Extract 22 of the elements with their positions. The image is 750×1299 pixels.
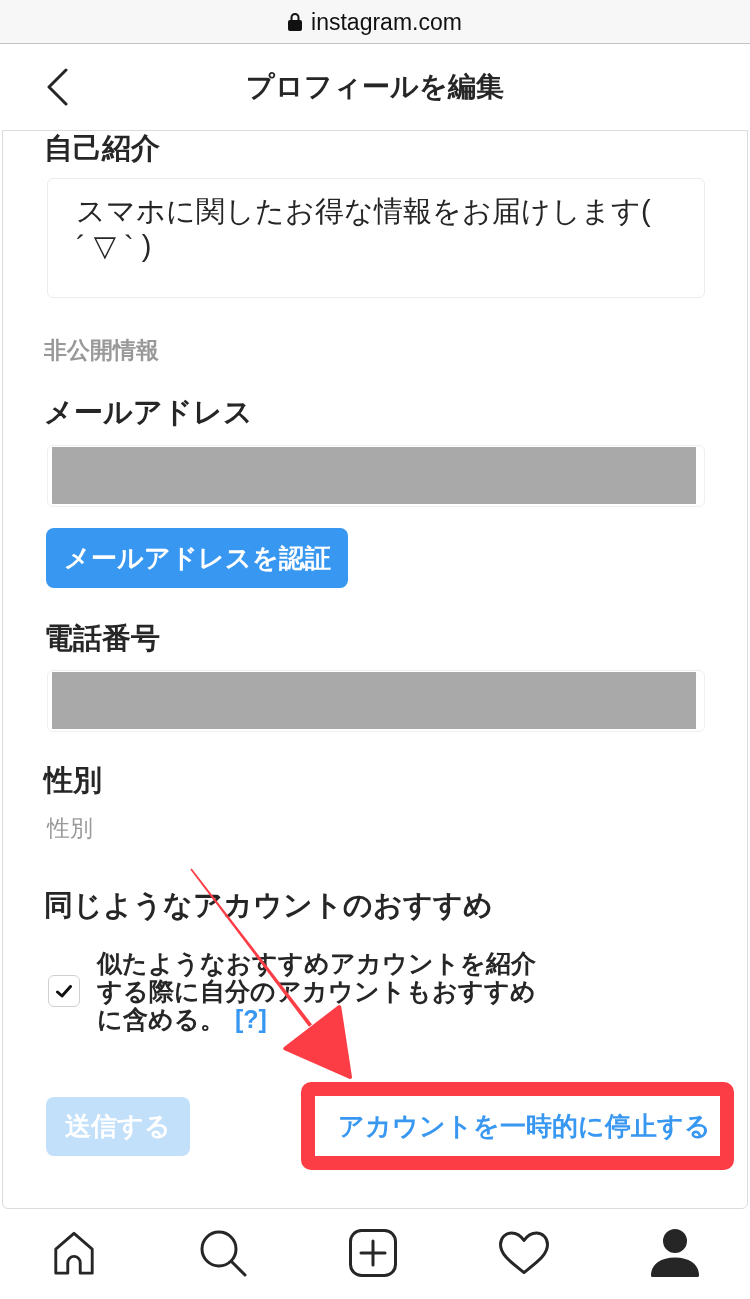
person-icon[interactable] [651,1229,699,1277]
field-label: 自己紹介 [44,131,160,165]
heart-icon[interactable] [499,1231,549,1275]
field-label: 性別 [44,763,102,797]
checkbox[interactable] [48,975,80,1007]
checkmark-icon [56,984,72,998]
section-heading: 同じようなアカウントのおすすめ [44,888,493,922]
url-text[interactable]: instagram.com [311,7,462,36]
deactivate-account-link[interactable]: アカウントを一時的に停止する [338,1110,711,1142]
field-label: メールアドレス [44,395,253,429]
gender-select[interactable]: 性別 [47,813,93,843]
verify-email-button[interactable]: メールアドレスを認証 [46,528,348,588]
field-label: 電話番号 [44,621,160,655]
plus-square-icon[interactable] [349,1229,397,1277]
lock-icon [288,12,303,31]
help-link[interactable]: [?] [235,1005,267,1033]
bio-textarea[interactable]: スマホに関したお得な情報をお届けします( ´ ▽ ` ) [47,178,705,298]
search-icon[interactable] [199,1229,247,1277]
chevron-left-icon[interactable] [45,68,69,106]
page-title: プロフィールを編集 [246,70,504,104]
section-heading: 非公開情報 [44,336,159,365]
home-icon[interactable] [51,1230,97,1276]
